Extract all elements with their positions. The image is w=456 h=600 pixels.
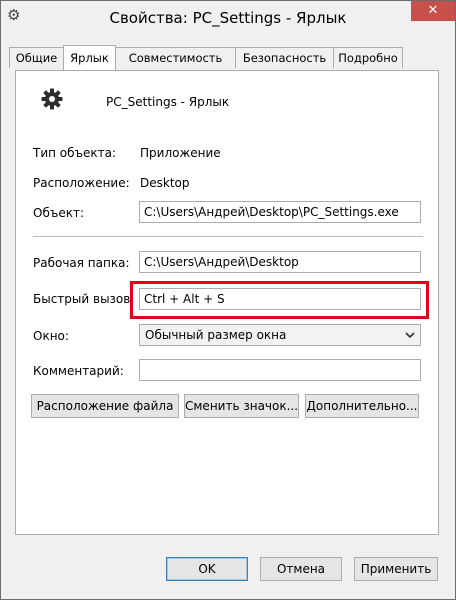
shortcut-name: PC_Settings - Ярлык xyxy=(106,95,230,109)
highlight-box xyxy=(130,281,429,319)
location-label: Расположение: xyxy=(33,176,130,190)
type-value: Приложение xyxy=(140,146,221,160)
gear-icon xyxy=(41,88,63,110)
advanced-button[interactable]: Дополнительно... xyxy=(305,394,419,418)
cancel-button[interactable]: Отмена xyxy=(260,557,342,581)
target-field[interactable]: C:\Users\Андрей\Desktop\PC_Settings.exe xyxy=(139,201,421,223)
ok-button[interactable]: OK xyxy=(166,557,248,581)
tab-general[interactable]: Общие xyxy=(9,47,64,68)
open-file-location-button[interactable]: Расположение файла xyxy=(31,394,179,418)
tab-details[interactable]: Подробно xyxy=(333,47,403,68)
close-button[interactable]: ✕ xyxy=(411,1,455,21)
run-select[interactable]: Обычный размер окна xyxy=(139,324,421,346)
run-select-value: Обычный размер окна xyxy=(145,328,287,342)
tab-shortcut[interactable]: Ярлык xyxy=(63,45,116,70)
target-label: Объект: xyxy=(33,206,84,220)
tab-security[interactable]: Безопасность xyxy=(235,47,334,68)
window-title: Свойства: PC_Settings - Ярлык xyxy=(109,9,347,27)
run-label: Окно: xyxy=(33,329,69,343)
change-icon-button[interactable]: Сменить значок... xyxy=(184,394,299,418)
apply-button[interactable]: Применить xyxy=(354,557,438,581)
chevron-down-icon xyxy=(405,332,415,339)
title-bar[interactable]: ⚙ Свойства: PC_Settings - Ярлык ✕ xyxy=(1,1,455,37)
start-in-field[interactable]: C:\Users\Андрей\Desktop xyxy=(139,251,421,273)
hotkey-label: Быстрый вызов: xyxy=(33,292,135,306)
tab-compatibility[interactable]: Совместимость xyxy=(115,47,236,68)
location-value: Desktop xyxy=(140,176,190,190)
comment-field[interactable] xyxy=(139,359,421,381)
separator xyxy=(33,236,423,237)
start-in-label: Рабочая папка: xyxy=(33,256,130,270)
type-label: Тип объекта: xyxy=(33,146,117,160)
comment-label: Комментарий: xyxy=(33,364,124,378)
